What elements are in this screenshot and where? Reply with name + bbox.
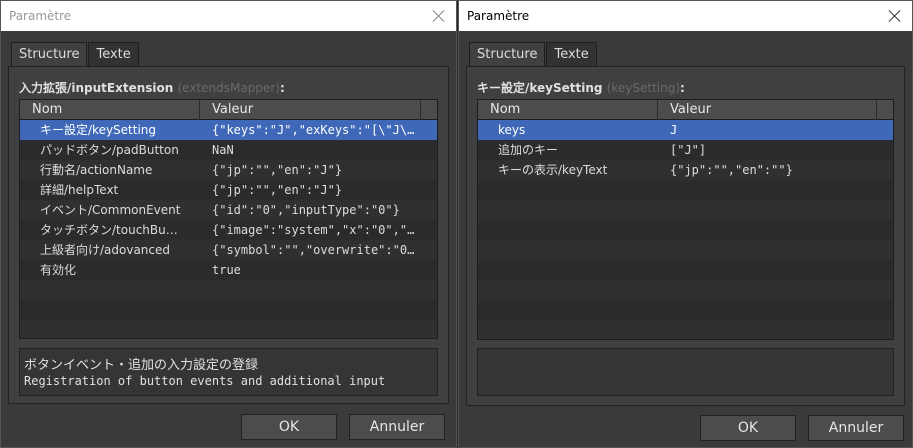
table-row[interactable]: 詳細/helpText {"jp":"","en":"J"} xyxy=(20,180,437,200)
right-parameter-dialog: Paramètre Structure Texte キー設定/keySettin… xyxy=(458,0,913,448)
table-row[interactable]: 行動名/actionName {"jp":"","en":"J"} xyxy=(20,160,437,180)
column-header-valeur[interactable]: Valeur xyxy=(658,100,877,120)
window-title: Paramètre xyxy=(467,9,530,23)
param-name-cell[interactable]: 行動名/actionName xyxy=(20,160,200,180)
table-row[interactable]: 上級者向け/adovanced {"symbol":"","overwrite":… xyxy=(20,240,437,260)
tab-texte[interactable]: Texte xyxy=(546,42,597,66)
param-value-cell[interactable]: {"jp":"","en":"J"} xyxy=(200,180,437,200)
empty-row xyxy=(478,280,893,300)
grid-body: keys J 追加のキー ["J"] キーの表示/keyText {"jp":"","en… xyxy=(478,120,893,339)
empty-row xyxy=(478,220,893,240)
parameter-name: 入力拡張/inputExtension xyxy=(19,81,174,95)
help-text: Registration of button events and additi… xyxy=(24,374,386,388)
column-header-valeur[interactable]: Valeur xyxy=(200,100,421,120)
param-value-cell[interactable]: {"image":"system","x":"0","… xyxy=(200,220,437,240)
table-row[interactable]: keys J xyxy=(478,120,893,140)
tab-texte[interactable]: Texte xyxy=(88,42,139,66)
ok-button[interactable]: OK xyxy=(241,414,337,440)
grid-header: Nom Valeur xyxy=(20,100,437,120)
tab-structure[interactable]: Structure xyxy=(469,42,546,66)
column-header-nom[interactable]: Nom xyxy=(478,100,658,120)
param-name-cell[interactable]: キー設定/keySetting xyxy=(20,120,200,140)
param-value-cell[interactable]: {"jp":"","en":""} xyxy=(658,160,893,180)
table-row[interactable]: 追加のキー ["J"] xyxy=(478,140,893,160)
parameter-label: 入力拡張/inputExtension (extendsMapper): xyxy=(19,79,285,96)
structure-panel: キー設定/keySetting (keySetting): Nom Valeur… xyxy=(466,66,905,406)
tab-bar: Structure Texte xyxy=(11,42,140,66)
grid-header: Nom Valeur xyxy=(478,100,893,120)
param-name-cell[interactable]: タッチボタン/touchBu… xyxy=(20,220,200,240)
parameter-colon: : xyxy=(680,81,685,95)
column-header-nom[interactable]: Nom xyxy=(20,100,200,120)
ok-button[interactable]: OK xyxy=(700,415,796,441)
left-parameter-dialog: Paramètre Structure Texte 入力拡張/inputExte… xyxy=(0,0,457,448)
parameter-grid: Nom Valeur keys J 追加のキー ["J"] キーの表示/keyText{… xyxy=(477,99,894,340)
empty-row xyxy=(478,320,893,339)
tab-bar: Structure Texte xyxy=(469,42,598,66)
param-value-cell[interactable]: {"id":"0","inputType":"0"} xyxy=(200,200,437,220)
empty-row xyxy=(20,280,437,300)
empty-row xyxy=(478,300,893,320)
help-box: ボタンイベント・追加の入力設定の登録 Registration of butto… xyxy=(19,348,438,396)
param-name-cell[interactable]: 有効化 xyxy=(20,260,200,280)
table-row[interactable]: キー設定/keySetting {"keys":"J","exKeys":"[\"… xyxy=(20,120,437,140)
param-value-cell[interactable]: {"symbol":"","overwrite":"0… xyxy=(200,240,437,260)
cancel-button[interactable]: Annuler xyxy=(808,415,904,441)
title-bar: Paramètre xyxy=(1,1,456,31)
close-icon[interactable] xyxy=(428,5,450,27)
tab-structure[interactable]: Structure xyxy=(11,42,88,66)
help-box xyxy=(477,348,894,396)
structure-panel: 入力拡張/inputExtension (extendsMapper): Nom… xyxy=(8,66,449,404)
window-title: Paramètre xyxy=(9,9,72,23)
param-value-cell[interactable]: NaN xyxy=(200,140,437,160)
parameter-label: キー設定/keySetting (keySetting): xyxy=(477,79,685,96)
table-row[interactable]: 有効化 true xyxy=(20,260,437,280)
column-header-spacer xyxy=(877,100,893,120)
close-icon[interactable] xyxy=(884,5,906,27)
empty-row xyxy=(20,300,437,320)
parameter-colon: : xyxy=(279,81,285,95)
param-name-cell[interactable]: 詳細/helpText xyxy=(20,180,200,200)
parameter-type: (extendsMapper) xyxy=(177,81,280,95)
parameter-grid: Nom Valeur キー設定/keySetting {"keys":"J","e… xyxy=(19,99,438,339)
param-value-cell[interactable]: {"jp":"","en":"J"} xyxy=(200,160,437,180)
param-name-cell[interactable]: イベント/CommonEvent xyxy=(20,200,200,220)
param-value-cell[interactable]: J xyxy=(658,120,893,140)
param-name-cell[interactable]: 上級者向け/adovanced xyxy=(20,240,200,260)
title-bar: Paramètre xyxy=(459,1,912,31)
param-name-cell[interactable]: パッドボタン/padButton xyxy=(20,140,200,160)
table-row[interactable]: キーの表示/keyText {"jp":"","en":""} xyxy=(478,160,893,180)
empty-row xyxy=(478,240,893,260)
table-row[interactable]: イベント/CommonEvent {"id":"0","inputType":"0… xyxy=(20,200,437,220)
param-value-cell[interactable]: true xyxy=(200,260,437,280)
param-value-cell[interactable]: {"keys":"J","exKeys":"[\"J\… xyxy=(200,120,437,140)
empty-row xyxy=(478,200,893,220)
param-name-cell[interactable]: 追加のキー xyxy=(478,140,658,160)
param-name-cell[interactable]: キーの表示/keyText xyxy=(478,160,658,180)
grid-body: キー設定/keySetting {"keys":"J","exKeys":"[\"… xyxy=(20,120,437,338)
parameter-name: キー設定/keySetting xyxy=(477,81,603,95)
empty-row xyxy=(20,320,437,338)
parameter-type: (keySetting) xyxy=(606,81,681,95)
param-value-cell[interactable]: ["J"] xyxy=(658,140,893,160)
empty-row xyxy=(478,260,893,280)
table-row[interactable]: タッチボタン/touchBu… {"image":"system","x":"0"… xyxy=(20,220,437,240)
cancel-button[interactable]: Annuler xyxy=(349,414,445,440)
column-header-spacer xyxy=(421,100,437,120)
param-name-cell[interactable]: keys xyxy=(478,120,658,140)
help-title: ボタンイベント・追加の入力設定の登録 xyxy=(24,358,259,373)
empty-row xyxy=(478,180,893,200)
table-row[interactable]: パッドボタン/padButton NaN xyxy=(20,140,437,160)
